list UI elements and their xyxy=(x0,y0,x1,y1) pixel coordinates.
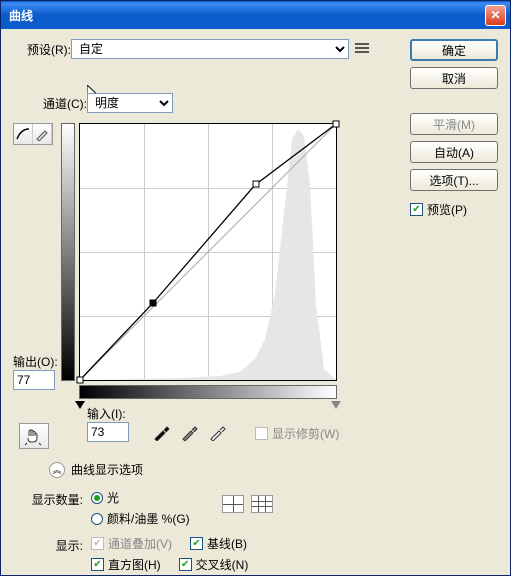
histogram-label: 直方图(H) xyxy=(108,556,161,573)
ok-button[interactable]: 确定 xyxy=(410,39,498,61)
input-gradient xyxy=(79,385,337,399)
channel-label: 通道(C): xyxy=(35,95,87,112)
display-options-expander[interactable]: ︽ 曲线显示选项 xyxy=(49,461,143,478)
close-button[interactable]: ✕ xyxy=(485,5,506,26)
show-clipping-checkbox xyxy=(255,427,268,440)
pigment-radio[interactable] xyxy=(91,513,103,525)
titlebar[interactable]: 曲线 ✕ xyxy=(1,1,510,29)
smooth-button: 平滑(M) xyxy=(410,113,498,135)
preview-label: 预览(P) xyxy=(427,201,467,218)
window-title: 曲线 xyxy=(9,7,485,24)
curve-point-1[interactable] xyxy=(149,299,156,306)
black-slider[interactable] xyxy=(75,401,85,409)
light-radio[interactable] xyxy=(91,492,103,504)
grid-detailed-icon[interactable] xyxy=(251,495,273,513)
amount-label: 显示数量: xyxy=(25,489,83,508)
curve-tool-toggle[interactable] xyxy=(13,123,53,145)
intersection-label: 交叉线(N) xyxy=(196,556,249,573)
eyedroppers xyxy=(153,423,227,441)
curve-point-3[interactable] xyxy=(333,121,340,128)
main-area: 通道(C): 明度 xyxy=(13,93,387,119)
preset-select[interactable]: 自定 xyxy=(71,39,349,59)
gray-eyedropper-icon[interactable] xyxy=(181,423,199,441)
black-eyedropper-icon[interactable] xyxy=(153,423,171,441)
show-label: 显示: xyxy=(25,535,83,554)
curve-lines xyxy=(80,124,336,380)
channel-overlay-label: 通道叠加(V) xyxy=(108,535,172,552)
histogram-checkbox[interactable]: ✔ xyxy=(91,558,104,571)
channel-overlay-checkbox: ✔ xyxy=(91,537,104,550)
light-label: 光 xyxy=(107,489,119,506)
cancel-button[interactable]: 取消 xyxy=(410,67,498,89)
curve-icon[interactable] xyxy=(14,124,33,144)
output-gradient xyxy=(61,123,75,381)
output-section: 输出(O): xyxy=(13,353,58,390)
pencil-icon[interactable] xyxy=(33,124,52,144)
channel-select[interactable]: 明度 xyxy=(87,93,173,113)
input-label: 输入(I): xyxy=(87,405,129,422)
show-clipping-row: 显示修剪(W) xyxy=(255,425,339,442)
white-slider[interactable] xyxy=(331,401,341,409)
curve-plot[interactable] xyxy=(79,123,337,381)
show-clipping-label: 显示修剪(W) xyxy=(272,425,339,442)
expander-label: 曲线显示选项 xyxy=(71,461,143,478)
baseline-checkbox[interactable]: ✔ xyxy=(190,537,203,550)
pigment-label: 颜料/油墨 %(G) xyxy=(107,510,190,527)
input-field[interactable] xyxy=(87,422,129,442)
baseline-label: 基线(B) xyxy=(207,535,247,552)
intersection-checkbox[interactable]: ✔ xyxy=(179,558,192,571)
button-column: 确定 取消 平滑(M) 自动(A) 选项(T)... ✔ 预览(P) xyxy=(410,39,498,218)
preset-label: 预设(R): xyxy=(13,41,71,58)
grid-simple-icon[interactable] xyxy=(222,495,244,513)
white-eyedropper-icon[interactable] xyxy=(209,423,227,441)
preview-checkbox[interactable]: ✔ xyxy=(410,203,423,216)
curve-point-0[interactable] xyxy=(77,377,84,384)
display-options: 显示数量: 光 颜料/油墨 %(G) xyxy=(25,489,273,573)
preset-menu-icon[interactable] xyxy=(355,41,371,57)
curves-dialog: 曲线 ✕ 预设(R): 自定 确定 取消 平滑(M) 自动(A) 选项(T)..… xyxy=(0,0,511,576)
output-label: 输出(O): xyxy=(13,353,58,370)
input-section: 输入(I): xyxy=(87,405,129,442)
collapse-icon[interactable]: ︽ xyxy=(49,462,65,478)
hand-tool[interactable] xyxy=(19,423,49,449)
output-field[interactable] xyxy=(13,370,55,390)
options-button[interactable]: 选项(T)... xyxy=(410,169,498,191)
curve-point-2[interactable] xyxy=(252,181,259,188)
auto-button[interactable]: 自动(A) xyxy=(410,141,498,163)
